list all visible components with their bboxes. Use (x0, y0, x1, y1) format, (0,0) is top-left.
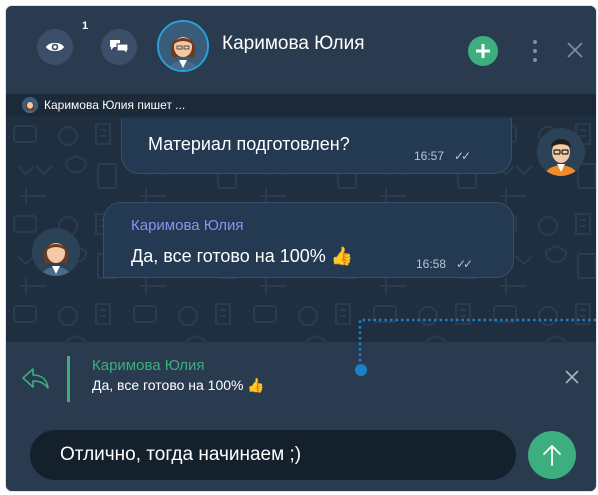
my-avatar (537, 128, 585, 176)
chats-button[interactable] (101, 29, 137, 65)
man-avatar-icon (537, 128, 585, 176)
woman-avatar-icon (32, 228, 80, 276)
incoming-message[interactable]: Каримова Юлия Да, все готово на 100% 👍 1… (103, 202, 514, 278)
contact-avatar[interactable] (157, 20, 209, 72)
outgoing-message[interactable]: Материал подготовлен? 16:57 ✓✓ (121, 118, 512, 174)
message-sender: Каримова Юлия (131, 217, 244, 234)
chat-window: 1 Каримова Юлия Каримова Юлия пишет ... … (6, 6, 596, 491)
typing-indicator: Каримова Юлия пишет ... (6, 94, 596, 116)
woman-avatar-icon (22, 97, 38, 113)
close-icon (567, 42, 583, 58)
read-receipt-icon: ✓✓ (454, 149, 471, 163)
composer (6, 414, 596, 491)
add-button[interactable] (468, 36, 498, 66)
views-button[interactable] (37, 29, 73, 65)
typing-text: Каримова Юлия пишет ... (44, 98, 186, 112)
more-menu-button[interactable] (528, 36, 542, 66)
message-time: 16:58 (416, 257, 447, 271)
more-vertical-icon (533, 40, 537, 62)
close-window-button[interactable] (565, 40, 585, 60)
read-receipt-icon: ✓✓ (456, 257, 473, 271)
chat-header: 1 Каримова Юлия (6, 6, 596, 94)
arrow-up-icon (543, 445, 561, 466)
send-button[interactable] (528, 431, 576, 479)
reply-text: Да, все готово на 100% 👍 (92, 377, 265, 393)
sender-avatar[interactable] (32, 228, 80, 276)
views-count-badge: 1 (82, 20, 89, 32)
message-input[interactable] (30, 430, 516, 480)
cancel-reply-button[interactable] (562, 367, 582, 387)
woman-avatar-icon (159, 22, 207, 70)
message-list[interactable]: Материал подготовлен? 16:57 ✓✓ Каримова … (6, 116, 596, 342)
reply-accent-bar (67, 356, 70, 402)
message-text: Материал подготовлен? (148, 134, 350, 154)
typing-avatar (22, 97, 38, 113)
reply-preview: Каримова Юлия Да, все готово на 100% 👍 (6, 342, 596, 414)
reply-sender: Каримова Юлия (92, 357, 205, 374)
message-time: 16:57 (414, 149, 445, 163)
chat-bubbles-icon (110, 40, 129, 56)
eye-icon (46, 42, 64, 52)
plus-icon (476, 44, 490, 58)
close-icon (565, 370, 579, 384)
message-text: Да, все готово на 100% 👍 (131, 246, 354, 266)
contact-name[interactable]: Каримова Юлия (222, 33, 365, 55)
reply-arrow-icon[interactable] (20, 363, 50, 393)
